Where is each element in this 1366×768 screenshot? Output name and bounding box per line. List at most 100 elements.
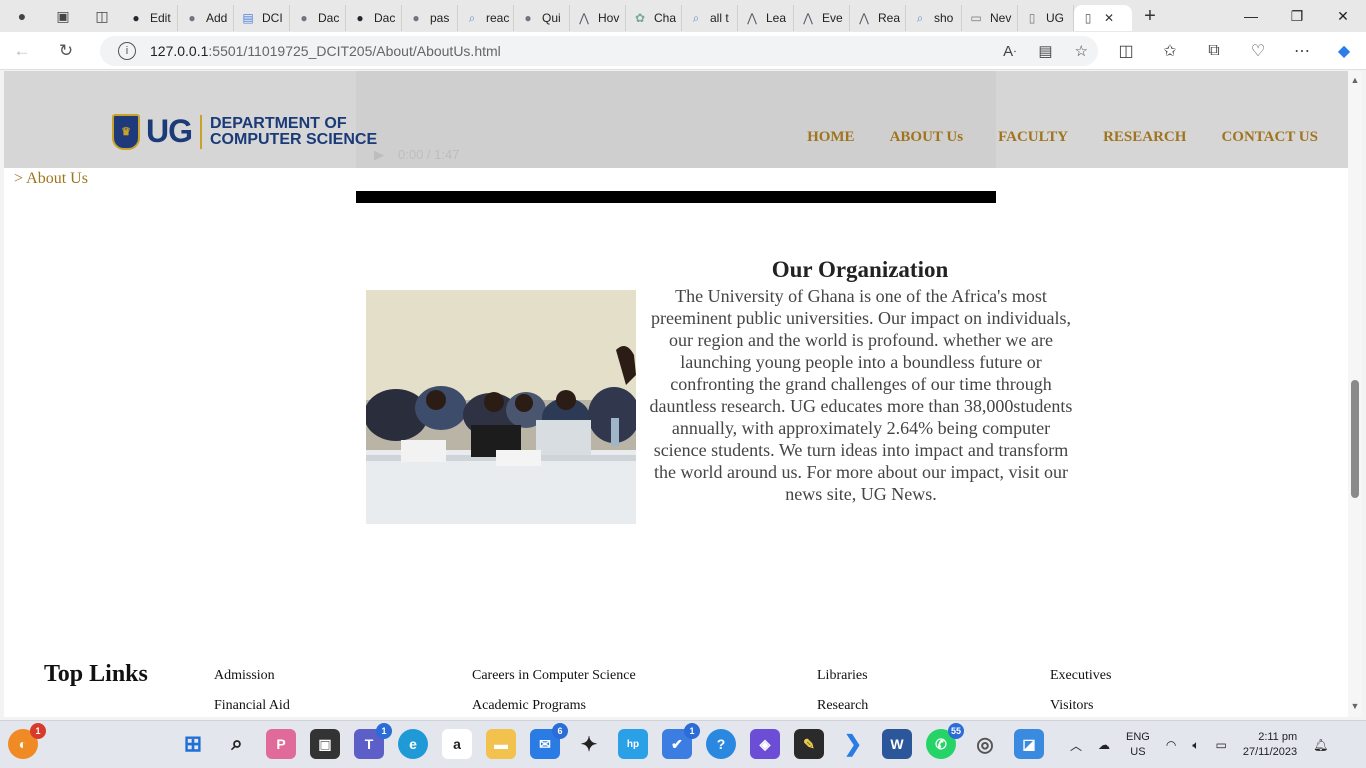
settings-more-icon[interactable]: ⋯ bbox=[1282, 32, 1322, 70]
tab-12[interactable]: ⋀ Eve bbox=[794, 5, 850, 31]
tab-11[interactable]: ⋀ Lea bbox=[738, 5, 794, 31]
word-icon[interactable]: W bbox=[882, 729, 912, 759]
teams-icon[interactable]: T1 bbox=[354, 723, 392, 759]
tab-15[interactable]: ▭ Nev bbox=[962, 5, 1018, 31]
tab-10[interactable]: ⌕ all t bbox=[682, 5, 738, 31]
tab-label: DCI bbox=[262, 11, 283, 25]
link-executives[interactable]: Executives bbox=[1050, 668, 1111, 684]
nav-contact[interactable]: CONTACT US bbox=[1221, 129, 1318, 146]
camera-icon[interactable]: ◎ bbox=[970, 729, 1000, 759]
amazon-icon[interactable]: a bbox=[442, 729, 472, 759]
wifi-icon[interactable]: ◠ bbox=[1166, 738, 1176, 752]
tab-13[interactable]: ⋀ Rea bbox=[850, 5, 906, 31]
clock[interactable]: 2:11 pm 27/11/2023 bbox=[1243, 730, 1297, 760]
todo-icon[interactable]: ✔ 1 bbox=[662, 723, 700, 759]
windows-start-icon[interactable]: ⊞ bbox=[178, 729, 208, 759]
language-indicator[interactable]: ENG US bbox=[1126, 730, 1150, 760]
site-info-icon[interactable]: i bbox=[118, 42, 136, 60]
tab-0[interactable]: ● Edit bbox=[122, 5, 178, 31]
widgets-icon[interactable]: ◐ 1 bbox=[8, 723, 46, 759]
search-icon[interactable]: ⌕ bbox=[222, 729, 252, 759]
link-academic-programs[interactable]: Academic Programs bbox=[472, 698, 586, 714]
browser-essentials-icon[interactable]: ♡ bbox=[1238, 32, 1278, 70]
tab-3[interactable]: ● Dac bbox=[290, 5, 346, 31]
edge-icon[interactable]: e bbox=[398, 729, 428, 759]
image-app-icon[interactable]: ◪ bbox=[1014, 729, 1044, 759]
workspaces-icon[interactable]: ▣ bbox=[44, 0, 82, 32]
breadcrumb[interactable]: > About Us bbox=[14, 170, 88, 188]
tab-actions-icon[interactable]: ◫ bbox=[82, 0, 122, 32]
back-button[interactable]: ← bbox=[0, 32, 44, 70]
scroll-up-icon[interactable]: ▲ bbox=[1348, 73, 1362, 87]
photos-icon[interactable]: ◈ bbox=[750, 729, 780, 759]
nav-faculty[interactable]: FACULTY bbox=[998, 129, 1068, 146]
link-careers[interactable]: Careers in Computer Science bbox=[472, 668, 636, 684]
tab-9[interactable]: ✿ Cha bbox=[626, 5, 682, 31]
close-tab-icon[interactable]: ✕ bbox=[1104, 11, 1114, 25]
video-controls: ▶ 0:00 / 1:47 bbox=[374, 147, 459, 163]
link-libraries[interactable]: Libraries bbox=[817, 668, 868, 684]
tab-14[interactable]: ⌕ sho bbox=[906, 5, 962, 31]
lang-line2: US bbox=[1130, 746, 1146, 758]
restore-button[interactable]: ❐ bbox=[1274, 0, 1320, 32]
volume-icon[interactable]: 🔈︎ bbox=[1192, 738, 1199, 753]
show-hidden-icon[interactable]: ︿ bbox=[1070, 737, 1082, 754]
scroll-down-icon[interactable]: ▼ bbox=[1348, 699, 1362, 713]
taskbar: ◐ 1 ⊞ ⌕ P ▣ T1 e a ▬ ✉ 6 ✦ hp ✔ 1 ? ◈ ✎ ❯ W… bbox=[0, 720, 1366, 768]
get-help-icon[interactable]: ? bbox=[706, 729, 736, 759]
dropbox-icon[interactable]: ✦ bbox=[574, 729, 604, 759]
nav-research[interactable]: RESEARCH bbox=[1103, 129, 1186, 146]
tab-8[interactable]: ⋀ Hov bbox=[570, 5, 626, 31]
profile-icon[interactable]: ● bbox=[0, 0, 44, 32]
scroll-thumb[interactable] bbox=[1351, 380, 1359, 498]
url-field[interactable]: i 127.0.0.1:5501/11019725_DCIT205/About/… bbox=[100, 36, 1098, 66]
link-financial-aid[interactable]: Financial Aid bbox=[214, 698, 290, 714]
tab-5[interactable]: ● pas bbox=[402, 5, 458, 31]
file-explorer-icon[interactable]: ▬ bbox=[486, 729, 516, 759]
nav-about[interactable]: ABOUT Us bbox=[890, 129, 964, 146]
cloud-icon[interactable]: ☁ bbox=[1098, 738, 1110, 752]
whatsapp-icon[interactable]: ✆ 55 bbox=[926, 723, 964, 759]
split-screen-icon[interactable]: ◫ bbox=[1106, 32, 1146, 70]
copilot-app-icon[interactable]: P bbox=[266, 729, 296, 759]
dept-line2: COMPUTER SCIENCE bbox=[210, 130, 378, 148]
close-window-button[interactable]: ✕ bbox=[1320, 0, 1366, 32]
mail-icon[interactable]: ✉ 6 bbox=[530, 723, 568, 759]
minimize-button[interactable]: — bbox=[1228, 0, 1274, 32]
vscode-icon[interactable]: ❯ bbox=[838, 729, 868, 759]
video-player[interactable]: ▶ 0:00 / 1:47 bbox=[356, 71, 996, 168]
battery-icon[interactable]: ▭ bbox=[1216, 738, 1227, 752]
copilot-icon[interactable]: ◆ bbox=[1324, 32, 1364, 70]
favorite-star-icon[interactable]: ☆ bbox=[1075, 42, 1088, 60]
classroom-photo bbox=[366, 290, 636, 524]
sticky-notes-icon[interactable]: ✎ bbox=[794, 729, 824, 759]
refresh-button[interactable]: ↻ bbox=[44, 32, 88, 70]
tab-6[interactable]: ⌕ reac bbox=[458, 5, 514, 31]
link-admission[interactable]: Admission bbox=[214, 668, 275, 684]
myhp-icon[interactable]: hp bbox=[618, 729, 648, 759]
notification-bell-icon[interactable]: 🔔︎ bbox=[1313, 738, 1328, 752]
tab-1[interactable]: ● Add bbox=[178, 5, 234, 31]
tab-active[interactable]: ▯ ✕ bbox=[1074, 5, 1132, 31]
ug-logo[interactable]: ♛ UG DEPARTMENT OF COMPUTER SCIENCE bbox=[112, 113, 377, 150]
tab-7[interactable]: ● Qui bbox=[514, 5, 570, 31]
task-view-icon[interactable]: ▣ bbox=[310, 729, 340, 759]
arc-icon: ⋀ bbox=[579, 11, 589, 25]
immersive-reader-icon[interactable]: ▤ bbox=[1038, 42, 1052, 60]
url-host: 127.0.0.1 bbox=[150, 43, 209, 59]
tab-16[interactable]: ▯ UG bbox=[1018, 5, 1074, 31]
new-tab-button[interactable]: + bbox=[1132, 5, 1168, 28]
tab-label: Nev bbox=[990, 11, 1012, 25]
link-visitors[interactable]: Visitors bbox=[1050, 698, 1094, 714]
nav-home[interactable]: HOME bbox=[807, 129, 855, 146]
read-aloud-icon[interactable]: Aᐧ bbox=[1003, 43, 1016, 60]
org-description: The University of Ghana is one of the Af… bbox=[649, 286, 1073, 504]
favorites-icon[interactable]: ✩ bbox=[1150, 32, 1190, 70]
tab-label: all t bbox=[710, 11, 729, 25]
tab-4[interactable]: ● Dac bbox=[346, 5, 402, 31]
tab-2[interactable]: ▤ DCI bbox=[234, 5, 290, 31]
link-research[interactable]: Research bbox=[817, 698, 868, 714]
page-scrollbar[interactable]: ▲ ▼ bbox=[1348, 71, 1362, 717]
tab-label: Add bbox=[206, 11, 228, 25]
collections-icon[interactable]: ⧉ bbox=[1194, 32, 1234, 70]
